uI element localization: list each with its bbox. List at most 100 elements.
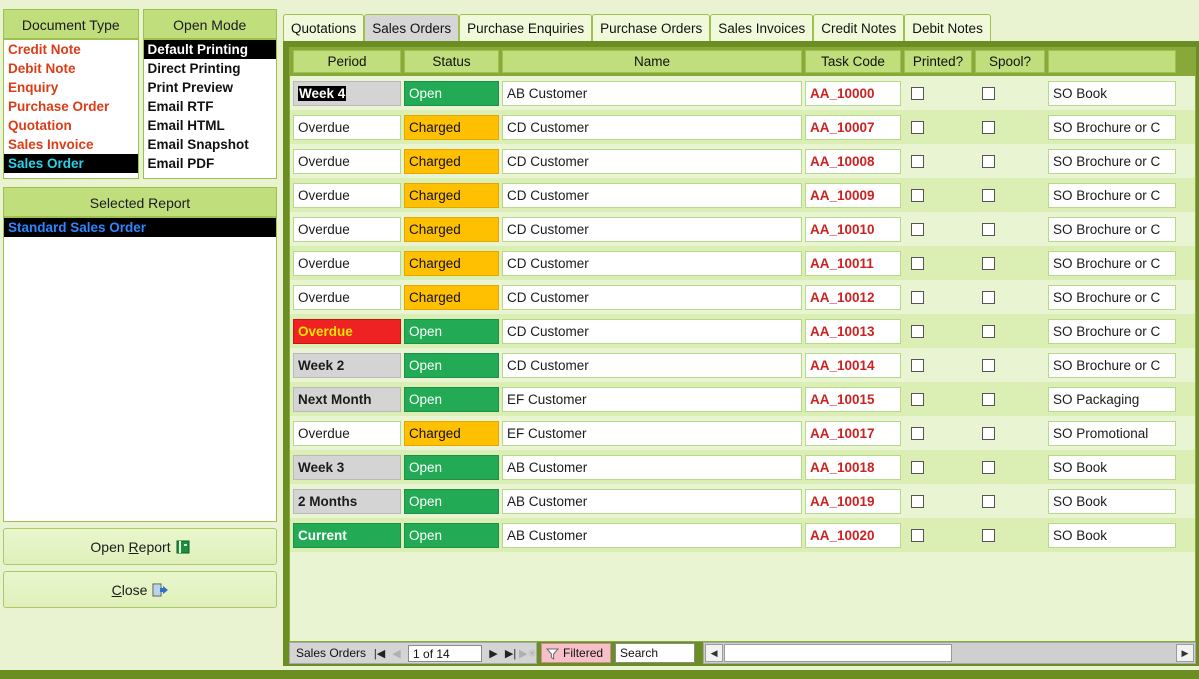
cell-period[interactable]: Next Month — [293, 386, 401, 412]
cell-status[interactable]: Open — [404, 522, 499, 548]
cell-report-name[interactable]: SO Packaging — [1048, 386, 1176, 412]
last-record-button[interactable]: ▶| — [502, 647, 519, 660]
cell-report-name[interactable]: SO Brochure or C — [1048, 114, 1176, 140]
tab-quotations[interactable]: Quotations — [283, 14, 365, 41]
cell-name[interactable]: CD Customer — [502, 352, 802, 378]
checkbox-icon[interactable] — [982, 528, 995, 542]
checkbox-icon[interactable] — [982, 188, 995, 202]
table-row[interactable]: Week 4 Open AB Customer AA_10000 SO Book — [290, 76, 1195, 110]
checkbox-icon[interactable] — [982, 426, 995, 440]
cell-printed-checkbox[interactable] — [904, 217, 972, 242]
table-row[interactable]: Overdue Open CD Customer AA_10013 SO Brochur… — [290, 314, 1195, 348]
cell-period[interactable]: Overdue — [293, 148, 401, 174]
cell-printed-checkbox[interactable] — [904, 183, 972, 208]
cell-spool-checkbox[interactable] — [975, 115, 1045, 140]
cell-period[interactable]: Overdue — [293, 420, 401, 446]
table-row[interactable]: Overdue Charged CD Customer AA_10011 SO Broc… — [290, 246, 1195, 280]
cell-status[interactable]: Open — [404, 352, 499, 378]
cell-report-name[interactable]: SO Brochure or C — [1048, 216, 1176, 242]
cell-spool-checkbox[interactable] — [975, 523, 1045, 548]
open-mode-list[interactable]: Default Printing Direct Printing Print Pre… — [142, 39, 277, 179]
cell-spool-checkbox[interactable] — [975, 387, 1045, 412]
cell-status[interactable]: Open — [404, 318, 499, 344]
column-header-period[interactable]: Period — [293, 50, 401, 73]
checkbox-icon[interactable] — [982, 358, 995, 372]
cell-status[interactable]: Charged — [404, 216, 499, 242]
open-mode-item-0[interactable]: Default Printing — [143, 40, 276, 59]
checkbox-icon[interactable] — [911, 86, 924, 100]
cell-period[interactable]: Week 4 — [293, 80, 401, 106]
cell-task-code[interactable]: AA_10009 — [805, 182, 901, 208]
cell-period[interactable]: Overdue — [293, 250, 401, 276]
scroll-right-button[interactable]: ▶ — [1176, 644, 1194, 662]
cell-name[interactable]: AB Customer — [502, 488, 802, 514]
tab-purchase-enquiries[interactable]: Purchase Enquiries — [459, 14, 593, 41]
cell-printed-checkbox[interactable] — [904, 353, 972, 378]
checkbox-icon[interactable] — [982, 256, 995, 270]
cell-report-name[interactable]: SO Book — [1048, 80, 1176, 106]
cell-status[interactable]: Charged — [404, 250, 499, 276]
cell-task-code[interactable]: AA_10008 — [805, 148, 901, 174]
table-row[interactable]: Next Month Open EF Customer AA_10015 SO Pack… — [290, 382, 1195, 416]
cell-report-name[interactable]: SO Book — [1048, 454, 1176, 480]
cell-period[interactable]: Overdue — [293, 114, 401, 140]
cell-printed-checkbox[interactable] — [904, 251, 972, 276]
cell-name[interactable]: EF Customer — [502, 420, 802, 446]
cell-status[interactable]: Charged — [404, 420, 499, 446]
cell-spool-checkbox[interactable] — [975, 285, 1045, 310]
cell-status[interactable]: Open — [404, 454, 499, 480]
document-type-item-5[interactable]: Sales Invoice — [4, 135, 138, 154]
checkbox-icon[interactable] — [911, 188, 924, 202]
cell-name[interactable]: CD Customer — [502, 148, 802, 174]
checkbox-icon[interactable] — [911, 494, 924, 508]
cell-spool-checkbox[interactable] — [975, 183, 1045, 208]
tab-sales-orders[interactable]: Sales Orders — [364, 14, 460, 41]
tab-debit-notes[interactable]: Debit Notes — [904, 14, 991, 41]
cell-printed-checkbox[interactable] — [904, 149, 972, 174]
cell-task-code[interactable]: AA_10015 — [805, 386, 901, 412]
cell-report-name[interactable]: SO Brochure or C — [1048, 148, 1176, 174]
checkbox-icon[interactable] — [982, 120, 995, 134]
tab-credit-notes[interactable]: Credit Notes — [813, 14, 905, 41]
record-position-input[interactable]: 1 of 14 — [408, 644, 483, 662]
cell-name[interactable]: CD Customer — [502, 318, 802, 344]
cell-name[interactable]: AB Customer — [502, 454, 802, 480]
checkbox-icon[interactable] — [911, 460, 924, 474]
document-type-item-4[interactable]: Quotation — [4, 116, 138, 135]
cell-spool-checkbox[interactable] — [975, 81, 1045, 106]
cell-period[interactable]: Overdue — [293, 318, 401, 344]
cell-period[interactable]: Overdue — [293, 182, 401, 208]
previous-record-button[interactable]: ◀ — [388, 647, 405, 660]
cell-period[interactable]: Current — [293, 522, 401, 548]
checkbox-icon[interactable] — [911, 222, 924, 236]
checkbox-icon[interactable] — [982, 86, 995, 100]
open-mode-item-2[interactable]: Print Preview — [144, 78, 277, 97]
checkbox-icon[interactable] — [911, 528, 924, 542]
table-row[interactable]: Week 2 Open CD Customer AA_10014 SO Brochure… — [290, 348, 1195, 382]
table-row[interactable]: Overdue Charged CD Customer AA_10009 SO Broc… — [290, 178, 1195, 212]
cell-report-name[interactable]: SO Book — [1048, 488, 1176, 514]
open-report-button[interactable]: Open Report — [3, 528, 277, 565]
cell-report-name[interactable]: SO Brochure or C — [1048, 250, 1176, 276]
checkbox-icon[interactable] — [982, 494, 995, 508]
open-mode-item-3[interactable]: Email RTF — [144, 97, 277, 116]
checkbox-icon[interactable] — [982, 154, 995, 168]
cell-report-name[interactable]: SO Brochure or C — [1048, 318, 1176, 344]
cell-spool-checkbox[interactable] — [975, 149, 1045, 174]
checkbox-icon[interactable] — [911, 120, 924, 134]
table-row[interactable]: Week 3 Open AB Customer AA_10018 SO Book — [290, 450, 1195, 484]
cell-name[interactable]: CD Customer — [502, 114, 802, 140]
checkbox-icon[interactable] — [911, 290, 924, 304]
cell-spool-checkbox[interactable] — [975, 421, 1045, 446]
checkbox-icon[interactable] — [911, 358, 924, 372]
cell-period[interactable]: 2 Months — [293, 488, 401, 514]
cell-task-code[interactable]: AA_10012 — [805, 284, 901, 310]
checkbox-icon[interactable] — [982, 324, 995, 338]
cell-printed-checkbox[interactable] — [904, 285, 972, 310]
document-type-item-2[interactable]: Enquiry — [4, 78, 138, 97]
open-mode-item-6[interactable]: Email PDF — [144, 154, 277, 173]
checkbox-icon[interactable] — [911, 256, 924, 270]
checkbox-icon[interactable] — [982, 290, 995, 304]
cell-task-code[interactable]: AA_10013 — [805, 318, 901, 344]
column-header-spool[interactable]: Spool? — [975, 50, 1045, 73]
